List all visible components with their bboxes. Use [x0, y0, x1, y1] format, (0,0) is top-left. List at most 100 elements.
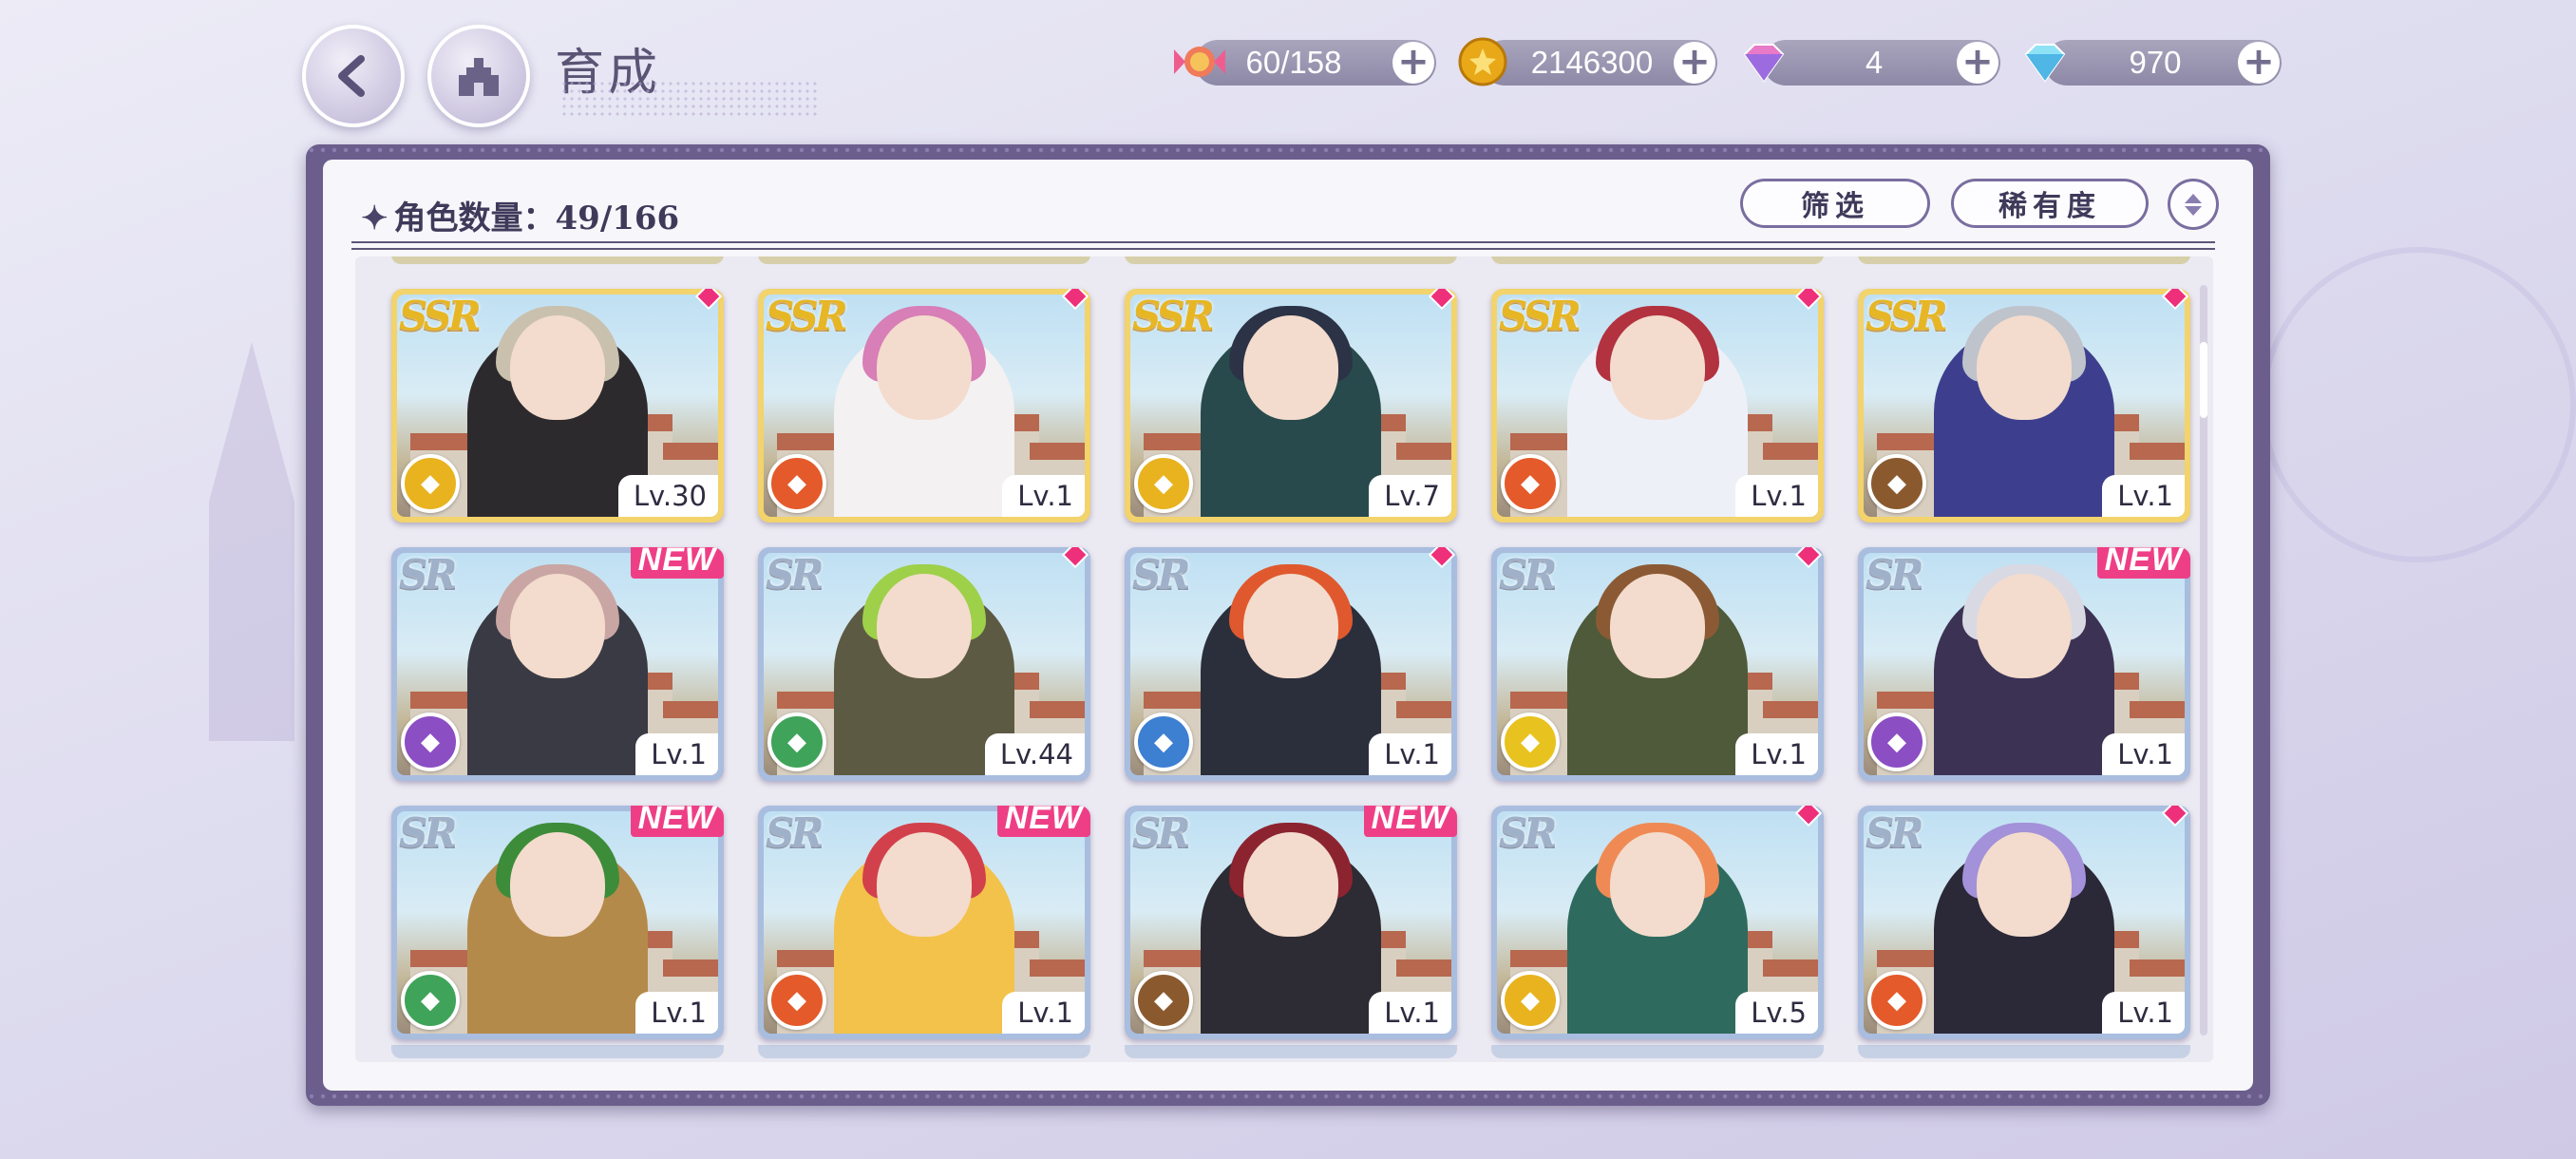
sparkle-icon: ✦: [361, 200, 388, 238]
character-card[interactable]: SR ◆ Lv.44: [758, 547, 1090, 781]
level-label: Lv.1: [1369, 992, 1451, 1034]
element-icon: ◆: [1867, 454, 1926, 513]
character-count-value: 49/166: [555, 200, 680, 238]
sort-rarity-button[interactable]: 稀有度: [1951, 179, 2149, 228]
home-button[interactable]: [427, 25, 530, 127]
character-card[interactable]: SR NEW ◆ Lv.1: [391, 806, 724, 1039]
frame-top-border: [306, 144, 2270, 160]
element-glyph-icon: ◆: [421, 728, 440, 756]
card-peek-top: [758, 256, 1090, 264]
sort-up-icon: [2185, 193, 2202, 203]
character-card[interactable]: SSR ◆ Lv.1: [1858, 289, 2190, 522]
element-glyph-icon: ◆: [1154, 469, 1173, 498]
back-arrow-icon: [338, 55, 365, 97]
element-icon: ◆: [401, 454, 460, 513]
candy-icon: [1166, 28, 1233, 95]
element-glyph-icon: ◆: [1887, 469, 1906, 498]
character-count-label: 角色数量：: [393, 200, 556, 238]
blue-gem-add-button[interactable]: +: [2238, 42, 2280, 84]
sort-down-icon: [2185, 205, 2202, 216]
character-count: ✦ 角色数量：49/166: [361, 192, 679, 238]
character-face: [1977, 574, 2072, 678]
back-button[interactable]: [302, 25, 405, 127]
character-face: [1243, 832, 1338, 937]
element-icon: ◆: [401, 971, 460, 1030]
level-label: Lv.44: [984, 733, 1085, 775]
header-divider: [351, 241, 2215, 250]
element-icon: ◆: [1134, 712, 1193, 771]
rarity-label: SR: [1132, 551, 1190, 598]
character-card[interactable]: SSR ◆ Lv.7: [1125, 289, 1457, 522]
character-card[interactable]: SSR ◆ Lv.1: [1491, 289, 1824, 522]
new-badge: NEW: [630, 806, 724, 837]
scrollbar[interactable]: [2200, 285, 2207, 1036]
level-label: Lv.1: [1369, 733, 1451, 775]
character-face: [1610, 832, 1705, 937]
rarity-label: SSR: [1132, 293, 1215, 339]
element-glyph-icon: ◆: [1154, 986, 1173, 1015]
new-badge: NEW: [630, 547, 724, 579]
card-peek-bottom: [1491, 1045, 1824, 1058]
level-label: Lv.1: [1735, 475, 1818, 517]
element-icon: ◆: [1501, 971, 1560, 1030]
gold-counter: 2146300 +: [1482, 40, 1717, 86]
character-card[interactable]: SR NEW ◆ Lv.1: [391, 547, 724, 781]
card-peek-bottom: [758, 1045, 1090, 1058]
character-face: [1610, 315, 1705, 420]
level-label: Lv.1: [1735, 733, 1818, 775]
rarity-label: SR: [399, 551, 457, 598]
element-glyph-icon: ◆: [421, 986, 440, 1015]
character-card[interactable]: SR ◆ Lv.1: [1125, 547, 1457, 781]
character-card[interactable]: SSR ◆ Lv.1: [758, 289, 1090, 522]
character-face: [510, 832, 605, 937]
character-card[interactable]: SR NEW ◆ Lv.1: [758, 806, 1090, 1039]
element-icon: ◆: [401, 712, 460, 771]
level-label: Lv.1: [1002, 475, 1085, 517]
rarity-label: SR: [1499, 809, 1557, 856]
character-card[interactable]: SR ◆ Lv.5: [1491, 806, 1824, 1039]
pink-gem-counter: 4 +: [1763, 40, 2000, 86]
character-card[interactable]: SR ◆ Lv.1: [1858, 806, 2190, 1039]
filter-button[interactable]: 筛选: [1740, 179, 1930, 228]
rarity-label: SSR: [1866, 293, 1948, 339]
character-face: [877, 832, 972, 937]
card-peek-top: [1858, 256, 2190, 264]
scrollbar-thumb[interactable]: [2200, 342, 2207, 418]
character-card[interactable]: SSR ◆ Lv.30: [391, 289, 724, 522]
character-grid[interactable]: SSR ◆ Lv.30 SSR ◆ Lv.1 SSR ◆ Lv.7 SSR ◆ Lv.1 SSR ◆ Lv.…: [355, 256, 2213, 1062]
character-face: [877, 574, 972, 678]
level-label: Lv.7: [1369, 475, 1451, 517]
element-icon: ◆: [1501, 712, 1560, 771]
level-label: Lv.1: [635, 992, 718, 1034]
rarity-label: SR: [766, 551, 824, 598]
gold-add-button[interactable]: +: [1674, 42, 1715, 84]
card-peek-top: [1491, 256, 1824, 264]
element-icon: ◆: [1867, 971, 1926, 1030]
element-icon: ◆: [1134, 454, 1193, 513]
rarity-label: SR: [1132, 809, 1190, 856]
element-icon: ◆: [1134, 971, 1193, 1030]
rarity-label: SSR: [399, 293, 482, 339]
sort-order-button[interactable]: [2168, 179, 2219, 230]
character-face: [1977, 832, 2072, 937]
level-label: Lv.5: [1735, 992, 1818, 1034]
background-castle: [209, 342, 294, 741]
rarity-label: SSR: [1499, 293, 1582, 339]
rarity-label: SSR: [766, 293, 848, 339]
blue-gem-counter: 970 +: [2044, 40, 2282, 86]
element-icon: ◆: [767, 454, 826, 513]
pink-diamond-icon: [1731, 28, 1797, 95]
character-card[interactable]: SR ◆ Lv.1: [1491, 547, 1824, 781]
element-glyph-icon: ◆: [1521, 728, 1540, 756]
title-decoration: [560, 80, 817, 118]
level-label: Lv.1: [1002, 992, 1085, 1034]
element-glyph-icon: ◆: [1521, 986, 1540, 1015]
card-peek-top: [391, 256, 724, 264]
pink-gem-add-button[interactable]: +: [1957, 42, 1998, 84]
character-card[interactable]: SR NEW ◆ Lv.1: [1858, 547, 2190, 781]
character-card[interactable]: SR NEW ◆ Lv.1: [1125, 806, 1457, 1039]
rarity-label: SR: [766, 809, 824, 856]
stamina-add-button[interactable]: +: [1392, 42, 1434, 84]
castle-icon: [459, 58, 499, 96]
element-icon: ◆: [1867, 712, 1926, 771]
